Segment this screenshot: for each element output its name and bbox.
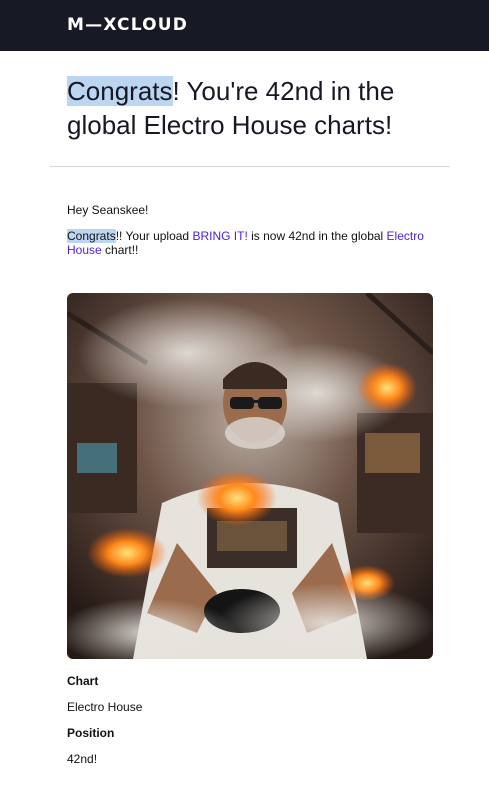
message-text-2: is now 42nd in the global: [247, 229, 387, 243]
message-text-3: chart!!: [101, 243, 139, 257]
message-text-1: !! Your upload: [115, 229, 193, 243]
chart-label: Chart: [67, 674, 99, 688]
divider: [50, 166, 450, 167]
greeting: Hey Seanskee!: [67, 203, 149, 217]
message-body: Congrats!! Your upload BRING IT! is now …: [67, 229, 437, 257]
chart-value: Electro House: [67, 700, 143, 714]
upload-artwork[interactable]: [67, 293, 433, 659]
position-value: 42nd!: [67, 752, 98, 766]
mixcloud-logo[interactable]: M—XCLOUD: [67, 16, 188, 34]
artwork-image: [67, 293, 433, 659]
page-title: Congrats! You're 42nd in the global Elec…: [67, 74, 447, 142]
message-congrats: Congrats: [67, 229, 116, 243]
headline-highlight: Congrats: [67, 76, 173, 106]
top-bar: M—XCLOUD: [0, 0, 489, 51]
position-label: Position: [67, 726, 115, 740]
upload-link[interactable]: BRING IT!: [192, 229, 247, 243]
